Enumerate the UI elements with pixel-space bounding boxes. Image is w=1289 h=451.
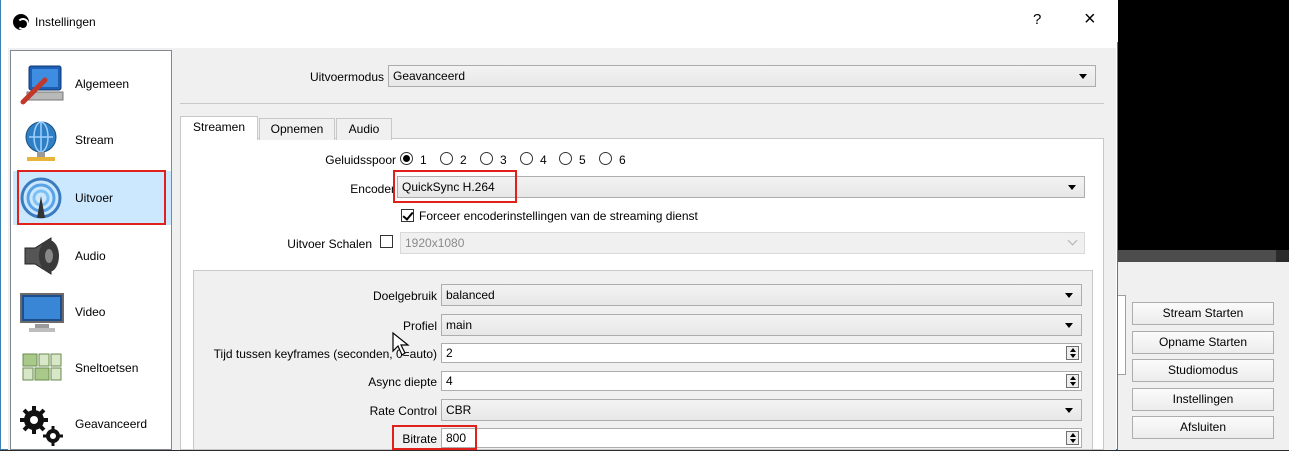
studio-mode-button[interactable]: Studiomodus — [1132, 359, 1274, 382]
audio-track-radio-2[interactable] — [440, 152, 453, 165]
audio-track-label: Geluidsspoor — [325, 153, 396, 167]
chevron-down-icon — [1067, 235, 1078, 246]
main-window-list-edge — [1118, 295, 1126, 375]
enforce-settings-checkbox[interactable] — [401, 209, 414, 222]
chevron-down-icon — [1065, 293, 1073, 298]
spin-arrows-icon[interactable] — [1066, 346, 1079, 360]
output-mode-value: Geavanceerd — [393, 69, 466, 83]
chevron-down-icon — [1065, 408, 1073, 413]
tab-streaming[interactable]: Streamen — [180, 116, 258, 140]
settings-sidebar: Algemeen Stream Uitvoer Audio Video Snel… — [10, 50, 172, 450]
highlight-bitrate — [392, 425, 477, 450]
exit-button[interactable]: Afsluiten — [1132, 416, 1274, 439]
sidebar-item-label: Geavanceerd — [75, 417, 148, 431]
sidebar-item-hotkeys[interactable]: Sneltoetsen — [13, 341, 171, 395]
audio-track-option-label: 3 — [500, 153, 507, 167]
rescale-resolution-value: 1920x1080 — [405, 236, 465, 250]
spin-arrows-icon[interactable] — [1066, 431, 1079, 445]
dialog-title: Instellingen — [35, 15, 96, 29]
encoder-label: Encoder — [350, 182, 395, 196]
gears-icon — [20, 406, 63, 446]
bitrate-input[interactable]: 800 — [441, 428, 1082, 448]
profile-value: main — [446, 318, 473, 332]
sidebar-item-stream[interactable]: Stream — [13, 113, 171, 167]
sidebar-item-label: Sneltoetsen — [75, 361, 139, 375]
close-button[interactable]: × — [1084, 8, 1096, 31]
profile-label: Profiel — [402, 319, 437, 333]
rate-control-label: Rate Control — [369, 404, 437, 418]
audio-track-option-label: 4 — [540, 153, 547, 167]
main-window-preview — [1118, 0, 1289, 250]
help-button[interactable]: ? — [1033, 11, 1041, 28]
stream-start-button[interactable]: Stream Starten — [1132, 302, 1274, 325]
obs-logo-icon — [13, 14, 29, 30]
sidebar-item-advanced[interactable]: Geavanceerd — [13, 397, 171, 451]
rescale-label: Uitvoer Schalen — [287, 237, 372, 251]
enforce-settings-label: Forceer encoderinstellingen van de strea… — [419, 209, 698, 223]
output-mode-label: Uitvoermodus — [309, 70, 384, 84]
separator — [180, 103, 1104, 104]
record-start-button[interactable]: Opname Starten — [1132, 331, 1274, 354]
general-monitor-icon — [20, 65, 64, 105]
rescale-resolution-select: 1920x1080 — [400, 232, 1085, 254]
audio-track-option-label: 1 — [420, 153, 427, 167]
target-usage-label: Doelgebruik — [372, 289, 437, 303]
audio-track-option-label: 2 — [460, 153, 467, 167]
target-usage-value: balanced — [446, 288, 495, 302]
profile-select[interactable]: main — [441, 314, 1082, 336]
sidebar-item-label: Audio — [75, 249, 106, 263]
highlight-output-item — [17, 170, 166, 225]
rate-control-value: CBR — [446, 403, 472, 417]
audio-track-option-label: 6 — [619, 153, 626, 167]
chevron-down-icon — [1065, 323, 1073, 328]
target-usage-select[interactable]: balanced — [441, 284, 1082, 306]
audio-track-radio-5[interactable] — [559, 152, 572, 165]
async-depth-value: 4 — [446, 374, 453, 388]
title-bar: Instellingen ? × — [1, 0, 1118, 42]
async-depth-input[interactable]: 4 — [441, 371, 1082, 391]
highlight-encoder — [393, 170, 517, 203]
sidebar-item-audio[interactable]: Audio — [13, 229, 171, 283]
mouse-cursor-icon — [392, 331, 410, 356]
tab-recording[interactable]: Opnemen — [259, 118, 335, 140]
stream-globe-icon — [25, 121, 57, 161]
monitor-icon — [20, 293, 64, 332]
keyframe-interval-input[interactable]: 2 — [441, 343, 1082, 363]
chevron-down-icon — [1079, 74, 1087, 79]
audio-track-radio-6[interactable] — [599, 152, 612, 165]
sidebar-item-label: Algemeen — [75, 77, 130, 91]
sidebar-item-label: Stream — [75, 133, 114, 147]
speaker-icon — [24, 237, 59, 275]
keyframe-interval-value: 2 — [446, 346, 453, 360]
audio-track-radio-4[interactable] — [520, 152, 533, 165]
chevron-down-icon — [1068, 185, 1076, 190]
audio-track-radio-1[interactable] — [400, 152, 413, 165]
keyboard-icon — [22, 353, 62, 381]
spin-arrows-icon[interactable] — [1066, 374, 1079, 388]
tab-audio[interactable]: Audio — [336, 118, 392, 140]
sidebar-item-video[interactable]: Video — [13, 285, 171, 339]
rate-control-select[interactable]: CBR — [441, 399, 1082, 421]
sidebar-item-label: Video — [75, 305, 106, 319]
rescale-checkbox[interactable] — [380, 235, 393, 248]
audio-track-radio-3[interactable] — [480, 152, 493, 165]
audio-track-option-label: 5 — [579, 153, 586, 167]
settings-button[interactable]: Instellingen — [1132, 388, 1274, 411]
output-mode-select[interactable]: Geavanceerd — [388, 65, 1096, 87]
async-depth-label: Async diepte — [368, 375, 437, 389]
sidebar-item-general[interactable]: Algemeen — [13, 57, 171, 111]
